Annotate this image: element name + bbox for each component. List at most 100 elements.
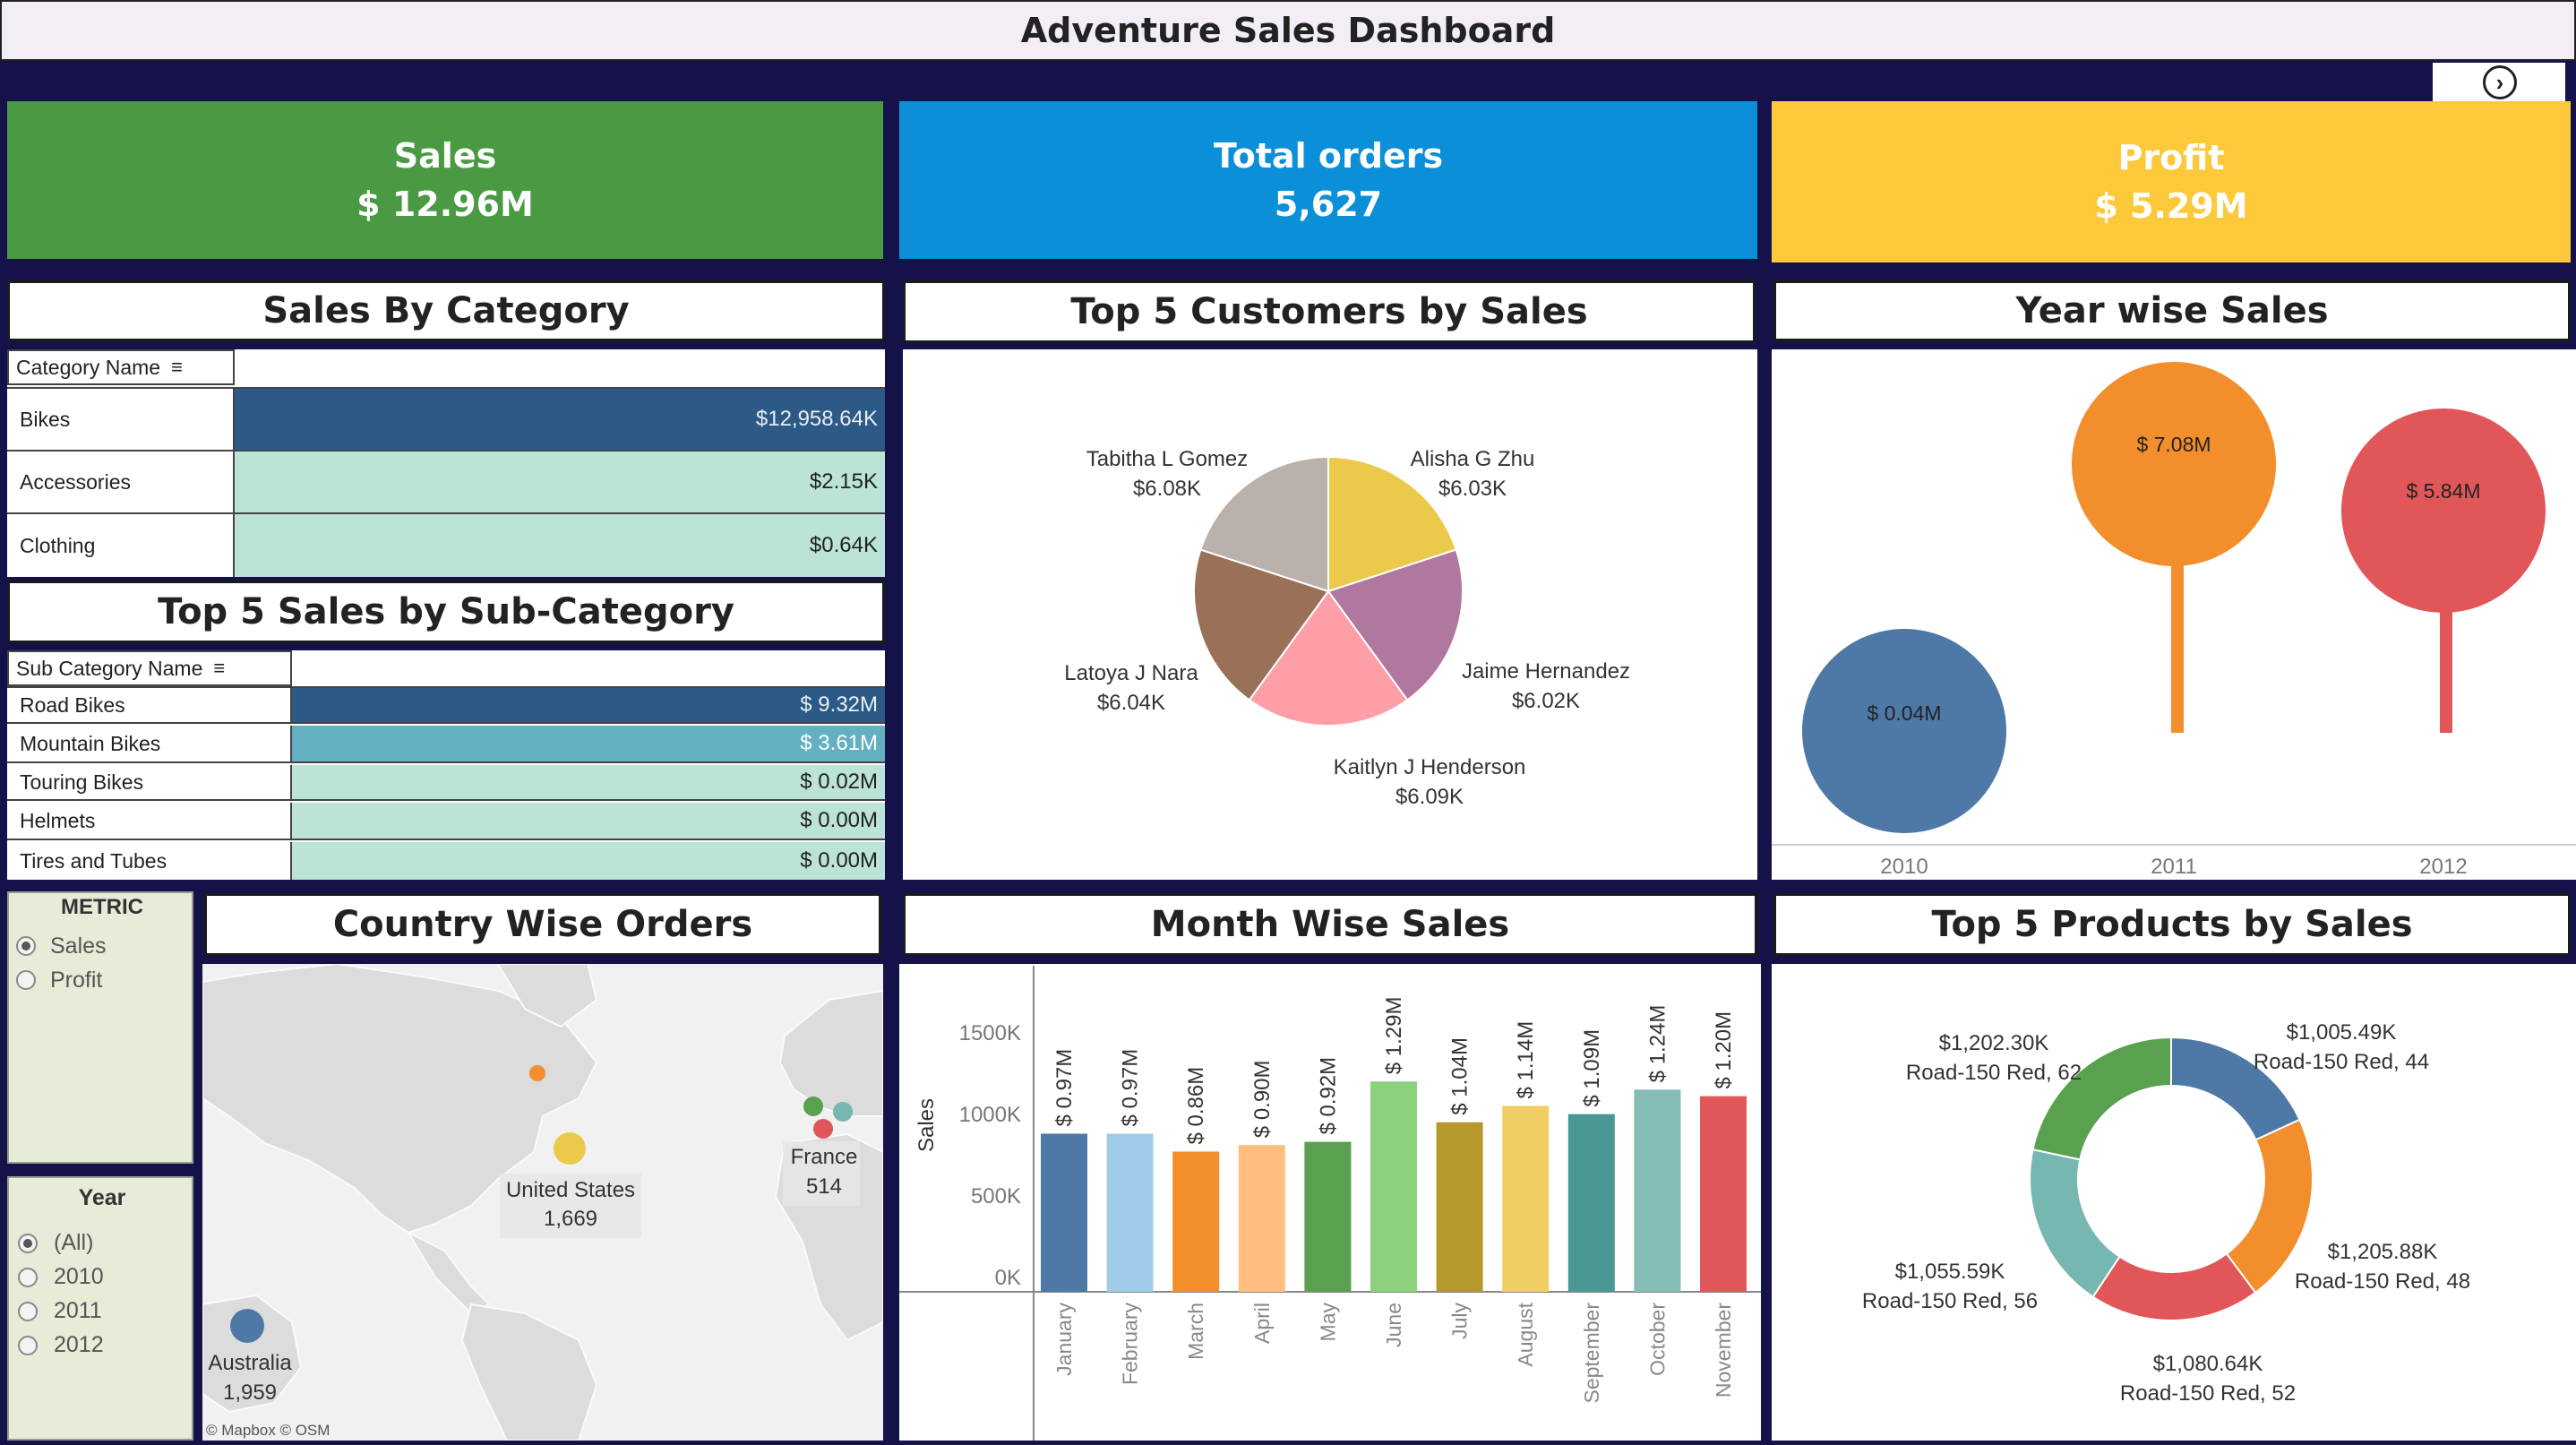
map-label-orders: 1,669 (544, 1207, 597, 1231)
category-row-value-bikes[interactable]: $12,958.64K (235, 389, 885, 450)
dashboard-title-bar: Adventure Sales Dashboard (0, 0, 2576, 61)
sort-icon[interactable]: ≡ (213, 657, 225, 680)
year-radio-2011[interactable] (18, 1302, 38, 1321)
sort-icon[interactable]: ≡ (171, 356, 183, 379)
metric-filter-title: METRIC (61, 895, 143, 919)
donut-label-value: $1,202.30K (1939, 1031, 2049, 1055)
subcategory-row-value[interactable]: $ 0.02M (292, 765, 885, 801)
month-bar[interactable] (1502, 1105, 1550, 1292)
pie-label-value: $6.03K (1438, 477, 1507, 501)
metric-option-label[interactable]: Profit (50, 968, 102, 993)
subcategory-row-value[interactable]: $ 0.00M (292, 842, 885, 880)
country-orders-title: Country Wise Orders (332, 904, 753, 945)
year-option-label[interactable]: 2011 (54, 1298, 102, 1324)
next-page-button[interactable]: › (2433, 63, 2565, 102)
map-land-central-america (406, 1230, 491, 1315)
pie-label-name: Tabitha L Gomez (1086, 447, 1249, 471)
month-bar[interactable] (1106, 1133, 1154, 1292)
donut-label-name: Road-150 Red, 56 (1862, 1289, 2038, 1313)
lollipop-head-2011 (2072, 362, 2276, 566)
year-radio-all[interactable] (18, 1234, 38, 1253)
products-donut-chart[interactable]: $1,005.49K Road-150 Red, 44 $1,205.88K R… (1772, 964, 2576, 1441)
map-label-country: France (791, 1145, 858, 1169)
map-label-country: United States (506, 1178, 635, 1202)
y-axis-title: Sales (914, 1098, 939, 1152)
category-column-header[interactable]: Category Name ≡ (7, 349, 235, 385)
donut-label-value: $1,055.59K (1895, 1260, 2005, 1284)
pie-label-name: Alisha G Zhu (1411, 447, 1535, 471)
donut-slice[interactable] (2225, 1118, 2314, 1294)
world-map[interactable]: United States 1,669 France 514 Australia… (202, 964, 883, 1441)
month-bar[interactable] (1304, 1141, 1352, 1292)
category-row-value-clothing[interactable]: $0.64K (235, 514, 885, 577)
lollipop-head-2010 (1802, 629, 2006, 833)
dashboard-title: Adventure Sales Dashboard (1020, 11, 1556, 50)
y-axis-tick: 0K (995, 1266, 1021, 1290)
pie-label-name: Latoya J Nara (1064, 661, 1198, 685)
customers-pie-chart[interactable]: Alisha G Zhu $6.03K Jaime Hernandez $6.0… (903, 349, 1757, 880)
lollipop-label: $ 0.04M (1867, 701, 1941, 725)
subcategory-row-value[interactable]: $ 0.00M (292, 803, 885, 840)
month-axis-tick: November (1712, 1303, 1735, 1398)
year-option-label[interactable]: 2012 (54, 1332, 104, 1358)
metric-radio-sales[interactable] (16, 936, 36, 956)
donut-slice[interactable] (2091, 1252, 2257, 1321)
month-axis-tick: September (1580, 1303, 1603, 1404)
metric-option-label[interactable]: Sales (50, 933, 107, 959)
year-axis-tick: 2010 (1880, 855, 1928, 879)
month-axis-tick: February (1119, 1303, 1142, 1386)
month-bar[interactable] (1567, 1114, 1615, 1292)
subcategory-column-header[interactable]: Sub Category Name ≡ (7, 650, 292, 686)
lollipop-label: $ 5.84M (2406, 479, 2480, 503)
top5-subcategory-table: Sub Category Name ≡ Road Bikes $ 9.32M M… (7, 650, 885, 880)
map-point-australia (230, 1309, 264, 1343)
donut-label-value: $1,080.64K (2153, 1352, 2263, 1376)
subcategory-row-label: Tires and Tubes (7, 842, 292, 880)
category-row-label-accessories: Accessories (7, 452, 235, 512)
month-bar[interactable] (1041, 1133, 1087, 1292)
country-orders-header: Country Wise Orders (204, 893, 881, 956)
month-axis-tick: August (1514, 1302, 1537, 1366)
year-radio-2012[interactable] (18, 1336, 38, 1355)
month-bar[interactable] (1436, 1122, 1483, 1292)
donut-slice[interactable] (2029, 1148, 2121, 1299)
donut-label-name: Road-150 Red, 44 (2254, 1050, 2429, 1074)
month-axis-tick: January (1052, 1303, 1076, 1376)
lollipop-label: $ 7.08M (2136, 433, 2211, 456)
year-filter-title: Year (78, 1185, 126, 1210)
year-radio-2010[interactable] (18, 1268, 38, 1287)
map-point-united-states (554, 1132, 586, 1165)
month-bar[interactable] (1370, 1081, 1417, 1292)
pie-label-value: $6.04K (1097, 691, 1165, 715)
subcategory-row-value[interactable]: $ 9.32M (292, 688, 885, 724)
month-axis-tick: October (1645, 1303, 1669, 1376)
pie-label-value: $6.08K (1133, 477, 1201, 501)
month-bar[interactable] (1172, 1151, 1220, 1292)
month-bar-label: $ 0.97M (1052, 1049, 1077, 1127)
top5-products-panel: $1,005.49K Road-150 Red, 44 $1,205.88K R… (1772, 964, 2576, 1441)
year-axis-tick: 2011 (2151, 855, 2197, 879)
month-axis-tick: July (1448, 1303, 1472, 1339)
subcategory-row-value[interactable]: $ 3.61M (292, 726, 885, 763)
sales-by-category-header: Sales By Category (7, 280, 885, 341)
month-bar-label: $ 1.20M (1712, 1011, 1736, 1089)
top5-subcategory-header: Top 5 Sales by Sub-Category (7, 581, 885, 643)
month-bar[interactable] (1634, 1089, 1681, 1292)
month-bar[interactable] (1700, 1096, 1747, 1292)
category-row-value-accessories[interactable]: $2.15K (235, 452, 885, 512)
month-wise-bar-chart[interactable]: Sales 0K 500K 1000K 1500K $ 0.97M January… (899, 964, 1813, 1441)
kpi-orders-value: 5,627 (1274, 185, 1383, 224)
map-point-germany (833, 1102, 853, 1122)
country-orders-map[interactable]: United States 1,669 France 514 Australia… (202, 964, 883, 1441)
metric-radio-profit[interactable] (16, 970, 36, 990)
year-option-label[interactable]: (All) (54, 1230, 93, 1256)
month-bar-label: $ 0.97M (1119, 1049, 1143, 1127)
kpi-sales-label: Sales (393, 136, 497, 176)
year-wise-lollipop-chart[interactable]: $ 0.04M $ 7.08M $ 5.84M 2010 2011 2012 (1772, 349, 2576, 880)
month-bar[interactable] (1238, 1145, 1285, 1292)
year-option-label[interactable]: 2010 (54, 1264, 104, 1290)
donut-slice[interactable] (2031, 1036, 2172, 1161)
donut-label-value: $1,005.49K (2287, 1020, 2397, 1045)
month-bar-label: $ 0.86M (1184, 1067, 1208, 1145)
donut-label-name: Road-150 Red, 48 (2295, 1269, 2470, 1294)
